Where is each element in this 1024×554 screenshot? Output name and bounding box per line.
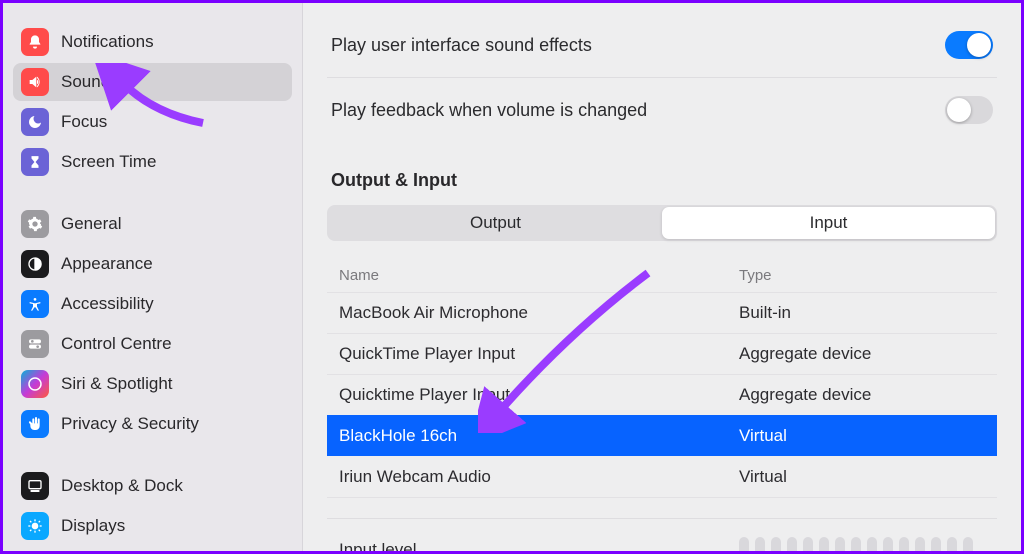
device-type: Built-in — [739, 303, 985, 323]
bell-icon — [21, 28, 49, 56]
sidebar-item-displays[interactable]: Displays — [13, 507, 292, 545]
sidebar-item-siri-spotlight[interactable]: Siri & Spotlight — [13, 365, 292, 403]
sidebar-item-label: General — [61, 214, 121, 234]
col-name: Name — [339, 267, 739, 284]
device-row[interactable]: Quicktime Player Input Aggregate device — [327, 374, 997, 415]
toggle-ui-sounds[interactable] — [945, 31, 993, 59]
gear-icon — [21, 210, 49, 238]
sidebar-item-label: Accessibility — [61, 294, 154, 314]
speaker-icon — [21, 68, 49, 96]
toggle-volume-feedback[interactable] — [945, 96, 993, 124]
device-type: Virtual — [739, 467, 985, 487]
sidebar-item-screen-time[interactable]: Screen Time — [13, 143, 292, 181]
sidebar-item-accessibility[interactable]: Accessibility — [13, 285, 292, 323]
device-type: Virtual — [739, 426, 985, 446]
device-name: MacBook Air Microphone — [339, 303, 739, 323]
sidebar-item-notifications[interactable]: Notifications — [13, 23, 292, 61]
setting-volume-feedback: Play feedback when volume is changed — [327, 92, 997, 142]
device-row[interactable]: Iriun Webcam Audio Virtual — [327, 456, 997, 497]
sidebar-item-label: Appearance — [61, 254, 153, 274]
sidebar-item-label: Desktop & Dock — [61, 476, 183, 496]
sidebar-item-general[interactable]: General — [13, 205, 292, 243]
sidebar-item-focus[interactable]: Focus — [13, 103, 292, 141]
moon-icon — [21, 108, 49, 136]
sidebar-item-label: Displays — [61, 516, 125, 536]
device-type: Aggregate device — [739, 344, 985, 364]
col-type: Type — [739, 267, 985, 284]
input-level-meter — [739, 537, 973, 551]
sidebar-item-label: Control Centre — [61, 334, 172, 354]
device-name: Quicktime Player Input — [339, 385, 739, 405]
siri-icon — [21, 370, 49, 398]
device-row[interactable]: MacBook Air Microphone Built-in — [327, 292, 997, 333]
sidebar-item-label: Notifications — [61, 32, 154, 52]
settings-window: Notifications Sound Focus Screen Time — [0, 0, 1024, 554]
sidebar-item-label: Focus — [61, 112, 107, 132]
device-row[interactable]: QuickTime Player Input Aggregate device — [327, 333, 997, 374]
sidebar-item-sound[interactable]: Sound — [13, 63, 292, 101]
setting-label: Play feedback when volume is changed — [331, 100, 647, 121]
sidebar: Notifications Sound Focus Screen Time — [3, 3, 303, 551]
section-title-output-input: Output & Input — [331, 170, 997, 191]
sidebar-item-label: Siri & Spotlight — [61, 374, 173, 394]
control-icon — [21, 330, 49, 358]
sidebar-item-control-centre[interactable]: Control Centre — [13, 325, 292, 363]
device-name: BlackHole 16ch — [339, 426, 739, 446]
displays-icon — [21, 512, 49, 540]
device-type: Aggregate device — [739, 385, 985, 405]
sidebar-item-privacy-security[interactable]: Privacy & Security — [13, 405, 292, 443]
dock-icon — [21, 472, 49, 500]
sidebar-item-desktop-dock[interactable]: Desktop & Dock — [13, 467, 292, 505]
input-level-row: Input level — [327, 518, 997, 551]
device-row-selected[interactable]: BlackHole 16ch Virtual — [327, 415, 997, 456]
accessibility-icon — [21, 290, 49, 318]
device-name: Iriun Webcam Audio — [339, 467, 739, 487]
tab-output[interactable]: Output — [329, 207, 662, 239]
hand-icon — [21, 410, 49, 438]
sidebar-item-label: Sound — [61, 72, 110, 92]
segmented-output-input[interactable]: Output Input — [327, 205, 997, 241]
sidebar-item-label: Screen Time — [61, 152, 156, 172]
setting-label: Play user interface sound effects — [331, 35, 592, 56]
main-panel: Play user interface sound effects Play f… — [303, 3, 1021, 551]
input-level-label: Input level — [339, 540, 739, 551]
appearance-icon — [21, 250, 49, 278]
sidebar-item-label: Privacy & Security — [61, 414, 199, 434]
device-table-header: Name Type — [327, 259, 997, 292]
tab-input[interactable]: Input — [662, 207, 995, 239]
sidebar-item-appearance[interactable]: Appearance — [13, 245, 292, 283]
setting-ui-sounds: Play user interface sound effects — [327, 27, 997, 78]
device-name: QuickTime Player Input — [339, 344, 739, 364]
hourglass-icon — [21, 148, 49, 176]
